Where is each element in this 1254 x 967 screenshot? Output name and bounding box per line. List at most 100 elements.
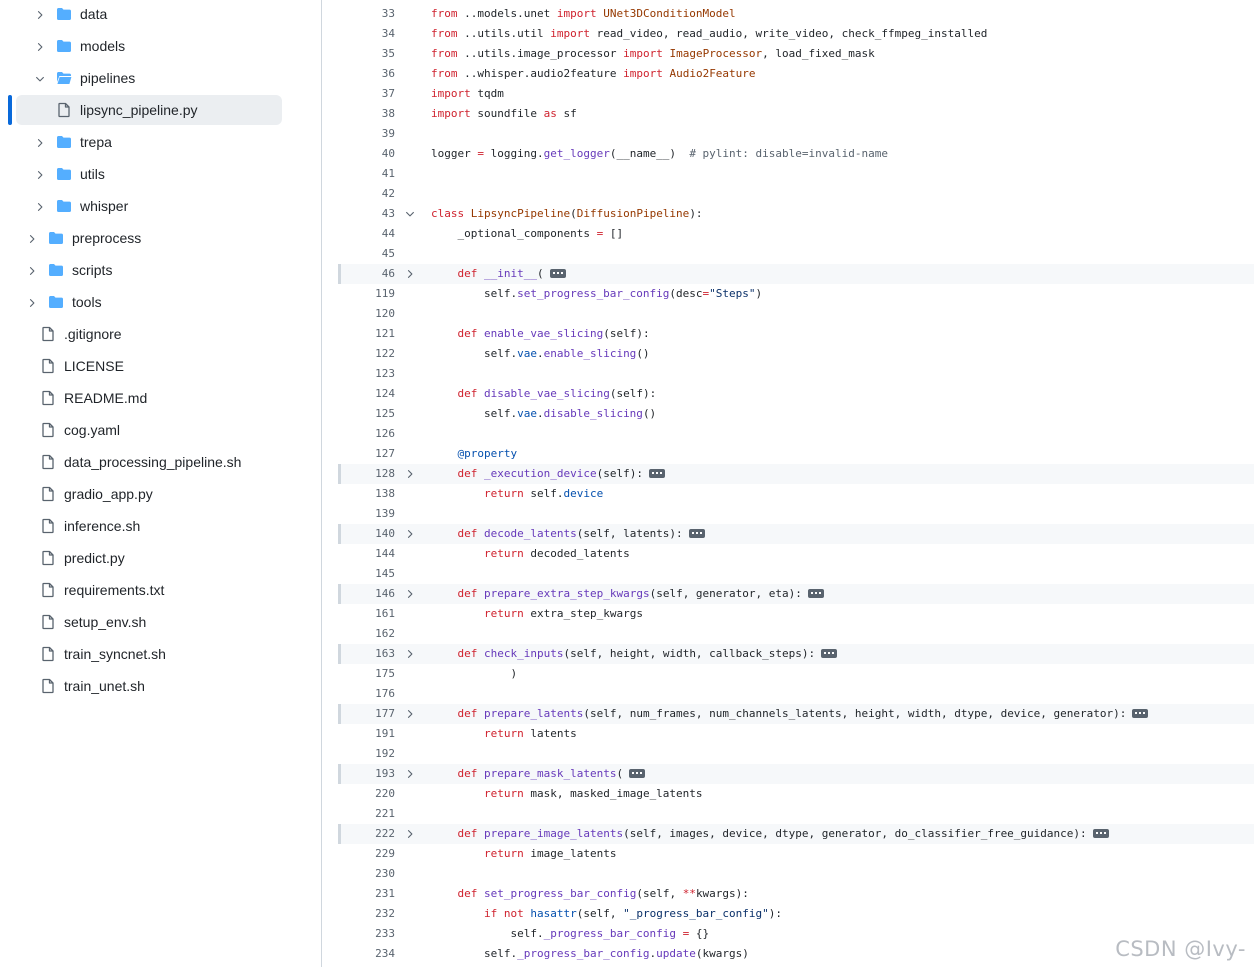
line-number[interactable]: 220 xyxy=(338,784,395,804)
fold-chevron-right-icon[interactable] xyxy=(404,768,416,780)
tree-folder-item[interactable]: data xyxy=(0,0,321,30)
chevron-right-icon[interactable] xyxy=(26,232,38,244)
tree-folder-item[interactable]: whisper xyxy=(0,190,321,222)
line-number[interactable]: 161 xyxy=(338,604,395,624)
chevron-right-icon[interactable] xyxy=(34,8,46,20)
line-number[interactable]: 41 xyxy=(338,164,395,184)
line-number[interactable]: 233 xyxy=(338,924,395,944)
tree-file-item[interactable]: inference.sh xyxy=(0,510,321,542)
line-number[interactable]: 121 xyxy=(338,324,395,344)
line-number[interactable]: 39 xyxy=(338,124,395,144)
tree-file-item[interactable]: data_processing_pipeline.sh xyxy=(0,446,321,478)
line-number[interactable]: 43 xyxy=(338,204,395,224)
line-number[interactable]: 234 xyxy=(338,944,395,964)
tree-file-item[interactable]: train_unet.sh xyxy=(0,670,321,702)
chevron-right-icon[interactable] xyxy=(34,40,46,52)
tree-folder-item[interactable]: models xyxy=(0,30,321,62)
fold-chevron-right-icon[interactable] xyxy=(404,588,416,600)
code-token: from xyxy=(431,47,458,60)
line-number[interactable]: 191 xyxy=(338,724,395,744)
line-number[interactable]: 35 xyxy=(338,44,395,64)
line-number[interactable]: 45 xyxy=(338,244,395,264)
fold-chevron-right-icon[interactable] xyxy=(404,648,416,660)
line-number[interactable]: 119 xyxy=(338,284,395,304)
fold-chevron-right-icon[interactable] xyxy=(404,708,416,720)
line-number[interactable]: 122 xyxy=(338,344,395,364)
line-number[interactable]: 36 xyxy=(338,64,395,84)
line-number[interactable]: 176 xyxy=(338,684,395,704)
fold-chevron-right-icon[interactable] xyxy=(404,528,416,540)
tree-file-item[interactable]: README.md xyxy=(0,382,321,414)
tree-file-item[interactable]: train_syncnet.sh xyxy=(0,638,321,670)
code-token: set_progress_bar_config xyxy=(517,287,670,300)
line-number[interactable]: 146 xyxy=(338,584,395,604)
tree-folder-item[interactable]: preprocess xyxy=(0,222,321,254)
line-number[interactable]: 162 xyxy=(338,624,395,644)
tree-file-item[interactable]: LICENSE xyxy=(0,350,321,382)
tree-folder-item[interactable]: trepa xyxy=(0,126,321,158)
line-number[interactable]: 193 xyxy=(338,764,395,784)
line-number[interactable]: 44 xyxy=(338,224,395,244)
line-number[interactable]: 128 xyxy=(338,464,395,484)
fold-chevron-right-icon[interactable] xyxy=(404,468,416,480)
line-number[interactable]: 125 xyxy=(338,404,395,424)
expand-ellipsis-button[interactable] xyxy=(688,529,705,538)
line-number[interactable]: 192 xyxy=(338,744,395,764)
expand-ellipsis-button[interactable] xyxy=(1092,829,1109,838)
line-number[interactable]: 34 xyxy=(338,24,395,44)
expand-ellipsis-button[interactable] xyxy=(807,589,824,598)
line-number[interactable]: 222 xyxy=(338,824,395,844)
chevron-right-icon[interactable] xyxy=(34,200,46,212)
line-number[interactable]: 38 xyxy=(338,104,395,124)
fold-chevron-right-icon[interactable] xyxy=(404,268,416,280)
line-number[interactable]: 37 xyxy=(338,84,395,104)
expand-ellipsis-button[interactable] xyxy=(549,269,566,278)
code-token: latents xyxy=(523,727,577,740)
line-number[interactable]: 163 xyxy=(338,644,395,664)
chevron-right-icon[interactable] xyxy=(34,168,46,180)
line-number[interactable]: 127 xyxy=(338,444,395,464)
line-number[interactable]: 123 xyxy=(338,364,395,384)
expand-ellipsis-button[interactable] xyxy=(648,469,665,478)
chevron-right-icon[interactable] xyxy=(26,264,38,276)
expand-ellipsis-button[interactable] xyxy=(629,769,646,778)
tree-file-item[interactable]: requirements.txt xyxy=(0,574,321,606)
line-number[interactable]: 138 xyxy=(338,484,395,504)
line-number[interactable]: 33 xyxy=(338,4,395,24)
line-number[interactable]: 139 xyxy=(338,504,395,524)
tree-folder-item[interactable]: tools xyxy=(0,286,321,318)
tree-file-item[interactable]: setup_env.sh xyxy=(0,606,321,638)
line-number[interactable]: 145 xyxy=(338,564,395,584)
line-number[interactable]: 230 xyxy=(338,864,395,884)
chevron-down-icon[interactable] xyxy=(34,72,46,84)
tree-file-item[interactable]: cog.yaml xyxy=(0,414,321,446)
line-number[interactable]: 40 xyxy=(338,144,395,164)
tree-file-item[interactable]: lipsync_pipeline.py xyxy=(0,94,321,126)
line-number[interactable]: 221 xyxy=(338,804,395,824)
line-number[interactable]: 175 xyxy=(338,664,395,684)
line-number[interactable]: 144 xyxy=(338,544,395,564)
fold-chevron-right-icon[interactable] xyxy=(404,828,416,840)
line-number[interactable]: 232 xyxy=(338,904,395,924)
tree-folder-item[interactable]: utils xyxy=(0,158,321,190)
tree-folder-item[interactable]: scripts xyxy=(0,254,321,286)
line-number[interactable]: 231 xyxy=(338,884,395,904)
chevron-right-icon[interactable] xyxy=(26,296,38,308)
tree-folder-item[interactable]: pipelines xyxy=(0,62,321,94)
tree-file-item[interactable]: gradio_app.py xyxy=(0,478,321,510)
tree-file-item[interactable]: .gitignore xyxy=(0,318,321,350)
fold-chevron-down-icon[interactable] xyxy=(404,208,416,220)
line-number[interactable]: 46 xyxy=(338,264,395,284)
line-number[interactable]: 177 xyxy=(338,704,395,724)
line-number[interactable]: 42 xyxy=(338,184,395,204)
line-number[interactable]: 229 xyxy=(338,844,395,864)
line-number[interactable]: 120 xyxy=(338,304,395,324)
expand-ellipsis-button[interactable] xyxy=(1132,709,1149,718)
tree-file-item[interactable]: predict.py xyxy=(0,542,321,574)
line-number[interactable]: 126 xyxy=(338,424,395,444)
expand-ellipsis-button[interactable] xyxy=(821,649,838,658)
chevron-right-icon[interactable] xyxy=(34,136,46,148)
line-number[interactable]: 140 xyxy=(338,524,395,544)
line-number[interactable]: 124 xyxy=(338,384,395,404)
